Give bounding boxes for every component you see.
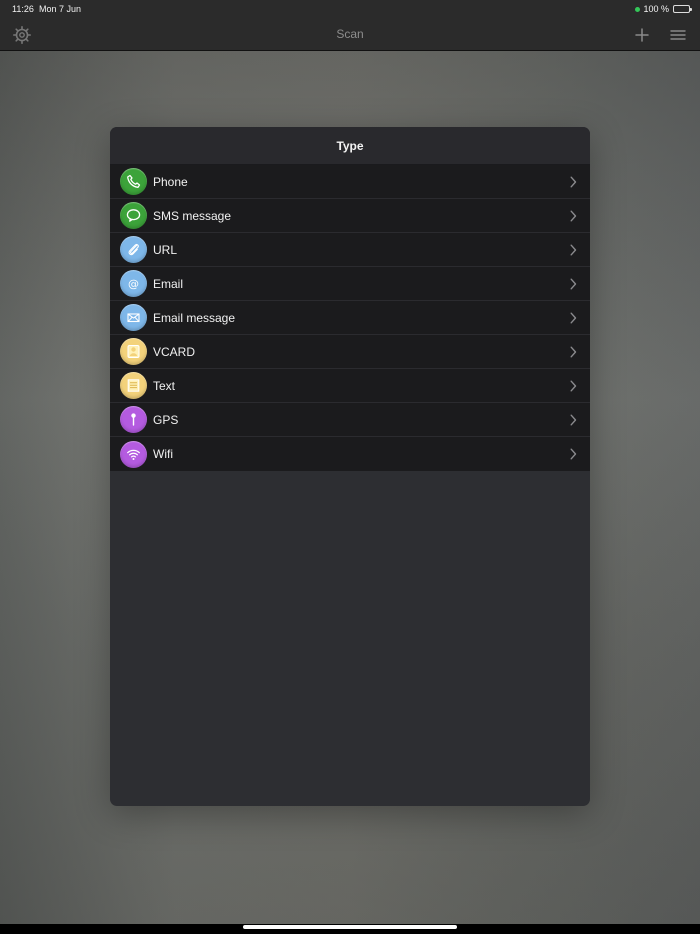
page-title: Scan (336, 27, 364, 41)
chevron-right-icon (570, 210, 577, 222)
type-option-vcard-label: VCARD (153, 344, 196, 359)
type-option-email-label: Email (153, 276, 184, 291)
chevron-right-icon (570, 380, 577, 392)
text-note-icon (120, 372, 147, 399)
type-option-phone[interactable]: Phone (110, 165, 590, 199)
status-date: Mon 7 Jun (39, 4, 82, 14)
type-list: Phone SMS message URL @ Email Email mess… (110, 165, 590, 471)
type-option-wifi-label: Wifi (153, 447, 173, 461)
plus-icon (635, 28, 649, 42)
chevron-right-icon (570, 448, 577, 460)
type-option-sms-message-label: SMS message (153, 208, 232, 223)
camera-indicator-dot (635, 6, 641, 12)
type-option-vcard[interactable]: VCARD (110, 335, 590, 369)
speech-bubble-icon (120, 202, 147, 229)
status-time: 11:26 (12, 4, 34, 14)
type-picker-modal: Type Phone SMS message URL @ Email Email… (110, 127, 590, 806)
chevron-right-icon (570, 346, 577, 358)
type-option-sms-message[interactable]: SMS message (110, 199, 590, 233)
at-sign-icon: @ (120, 270, 147, 297)
top-navigation-bar: Scan (0, 18, 700, 51)
chevron-right-icon (570, 278, 577, 290)
type-option-email[interactable]: @ Email (110, 267, 590, 301)
type-option-text[interactable]: Text (110, 369, 590, 403)
type-option-text-label: Text (153, 378, 176, 393)
modal-title: Type (110, 127, 590, 165)
type-option-phone-label: Phone (153, 174, 188, 189)
menu-button[interactable] (668, 25, 688, 45)
home-indicator[interactable] (243, 925, 457, 929)
type-option-wifi[interactable]: Wifi (110, 437, 590, 471)
type-option-email-message-label: Email message (153, 310, 236, 325)
chevron-right-icon (570, 414, 577, 426)
type-option-url-label: URL (153, 242, 178, 257)
status-bar: 11:26 Mon 7 Jun 100 % (0, 0, 700, 18)
type-option-gps[interactable]: GPS (110, 403, 590, 437)
chevron-right-icon (570, 176, 577, 188)
type-option-url[interactable]: URL (110, 233, 590, 267)
battery-icon (673, 5, 692, 13)
map-pin-icon (120, 406, 147, 433)
add-button[interactable] (632, 25, 652, 45)
scan-screen: 11:26 Mon 7 Jun 100 % Scan Type Phone SM… (0, 0, 700, 934)
hamburger-menu-icon (670, 30, 686, 40)
status-right-group: 100 % (635, 4, 692, 14)
type-option-email-message[interactable]: Email message (110, 301, 590, 335)
contact-card-icon (120, 338, 147, 365)
svg-text:@: @ (128, 277, 139, 290)
chevron-right-icon (570, 312, 577, 324)
wifi-icon (120, 440, 147, 468)
chevron-right-icon (570, 244, 577, 256)
phone-icon (120, 168, 147, 195)
envelope-icon (120, 304, 147, 331)
paperclip-icon (120, 236, 147, 263)
battery-percentage: 100 % (643, 4, 669, 14)
type-option-gps-label: GPS (153, 412, 179, 427)
